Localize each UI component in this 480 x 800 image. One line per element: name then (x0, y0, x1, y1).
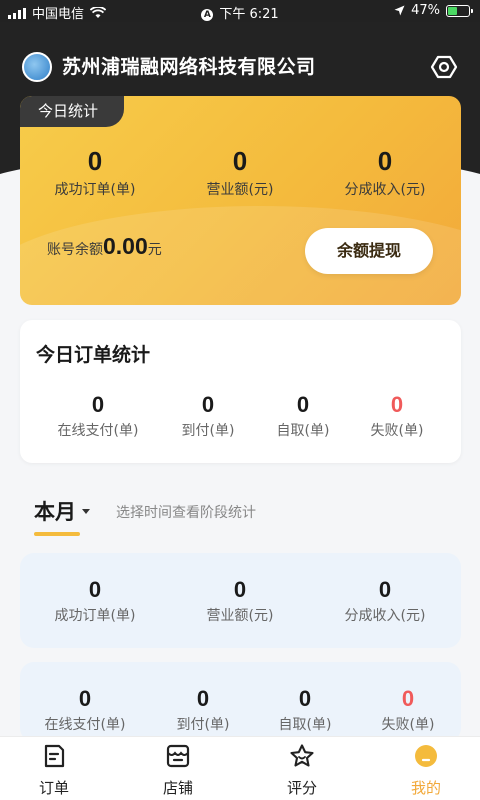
status-bar: 中国电信 A 下午 6:21 47% (0, 0, 480, 22)
stat-label: 分成收入(元) (344, 608, 426, 624)
balance-label: 账号余额 (47, 242, 103, 258)
stat-value: 0 (88, 577, 102, 602)
month-order-online-payment: 0 在线支付(单) (30, 686, 140, 734)
month-revenue: 0 营业额(元) (165, 577, 315, 625)
month-success-orders: 0 成功订单(单) (20, 577, 170, 625)
tab-orders[interactable]: 订单 (14, 743, 94, 798)
battery-icon (446, 4, 473, 17)
order-value: 0 (390, 392, 404, 417)
order-value: 0 (78, 686, 92, 711)
balance-amount: 0.00 (103, 233, 148, 259)
shop-icon[interactable] (165, 743, 191, 769)
account-balance: 账号余额0.00元 (47, 233, 162, 260)
tab-label[interactable]: 订单 (14, 777, 94, 798)
tab-rating[interactable]: 评分 (262, 743, 342, 798)
stat-label: 成功订单(单) (54, 608, 136, 624)
profile-icon[interactable] (413, 743, 439, 769)
stat-revenue: 0 营业额(元) (165, 146, 315, 199)
order-cash-on-delivery: 0 到付(单) (153, 392, 263, 440)
company-logo (22, 52, 52, 82)
company-name: 苏州浦瑞融网络科技有限公司 (62, 56, 316, 78)
stat-success-orders: 0 成功订单(单) (20, 146, 170, 199)
tab-label[interactable]: 评分 (262, 777, 342, 798)
order-value: 0 (201, 392, 215, 417)
month-share-income: 0 分成收入(元) (310, 577, 460, 625)
stat-value: 0 (232, 146, 248, 176)
stat-value: 0 (378, 577, 392, 602)
month-orders-card: 0 在线支付(单) 0 到付(单) 0 自取(单) 0 失败(单) (20, 662, 461, 742)
period-selector[interactable]: 本月 (34, 496, 90, 526)
stat-label: 营业额(元) (206, 608, 274, 624)
month-order-failed: 0 失败(单) (353, 686, 463, 734)
month-stats-card: 0 成功订单(单) 0 营业额(元) 0 分成收入(元) (20, 553, 461, 648)
order-label: 到付(单) (176, 717, 230, 733)
period-underline (34, 532, 80, 536)
tab-shop[interactable]: 店铺 (138, 743, 218, 798)
battery-percent: 47% (411, 3, 440, 18)
stat-share-income: 0 分成收入(元) (310, 146, 460, 199)
tab-label[interactable]: 我的 (386, 777, 466, 798)
order-label: 在线支付(单) (57, 423, 139, 439)
stat-value: 0 (233, 577, 247, 602)
order-label: 到付(单) (181, 423, 235, 439)
tab-label[interactable]: 店铺 (138, 777, 218, 798)
stat-value: 0 (377, 146, 393, 176)
order-icon[interactable] (41, 743, 67, 769)
caret-down-icon[interactable] (82, 508, 90, 514)
period-current[interactable]: 本月 (34, 496, 76, 526)
order-value: 0 (196, 686, 210, 711)
month-order-cash-on-delivery: 0 到付(单) (148, 686, 258, 734)
location-icon (394, 5, 405, 16)
order-label: 在线支付(单) (44, 717, 126, 733)
settings-icon[interactable] (430, 53, 458, 81)
orientation-lock-icon: A (201, 9, 214, 21)
star-icon[interactable] (289, 743, 315, 769)
order-value: 0 (298, 686, 312, 711)
tab-bar: 订单 店铺 评分 我的 (0, 736, 480, 800)
month-order-self-pickup: 0 自取(单) (250, 686, 360, 734)
period-hint: 选择时间查看阶段统计 (116, 505, 256, 521)
stat-value: 0 (87, 146, 103, 176)
order-label: 失败(单) (370, 423, 424, 439)
order-value: 0 (401, 686, 415, 711)
withdraw-button[interactable]: 余额提现 (305, 228, 433, 274)
tab-profile[interactable]: 我的 (386, 743, 466, 798)
stat-label: 营业额(元) (206, 182, 274, 198)
stat-label: 成功订单(单) (54, 182, 136, 198)
order-failed: 0 失败(单) (342, 392, 452, 440)
order-label: 自取(单) (278, 717, 332, 733)
balance-unit: 元 (147, 242, 162, 258)
order-online-payment: 0 在线支付(单) (43, 392, 153, 440)
today-stats-tag: 今日统计 (20, 96, 124, 127)
card-title: 今日订单统计 (36, 344, 151, 366)
order-label: 失败(单) (381, 717, 435, 733)
order-value: 0 (91, 392, 105, 417)
stat-label: 分成收入(元) (344, 182, 426, 198)
today-orders-card: 今日订单统计 0 在线支付(单) 0 到付(单) 0 自取(单) 0 失败(单) (20, 320, 461, 463)
today-stats-card: 今日统计 0 成功订单(单) 0 营业额(元) 0 分成收入(元) 账号余额0.… (20, 96, 461, 305)
status-time: 下午 6:21 (219, 7, 279, 22)
